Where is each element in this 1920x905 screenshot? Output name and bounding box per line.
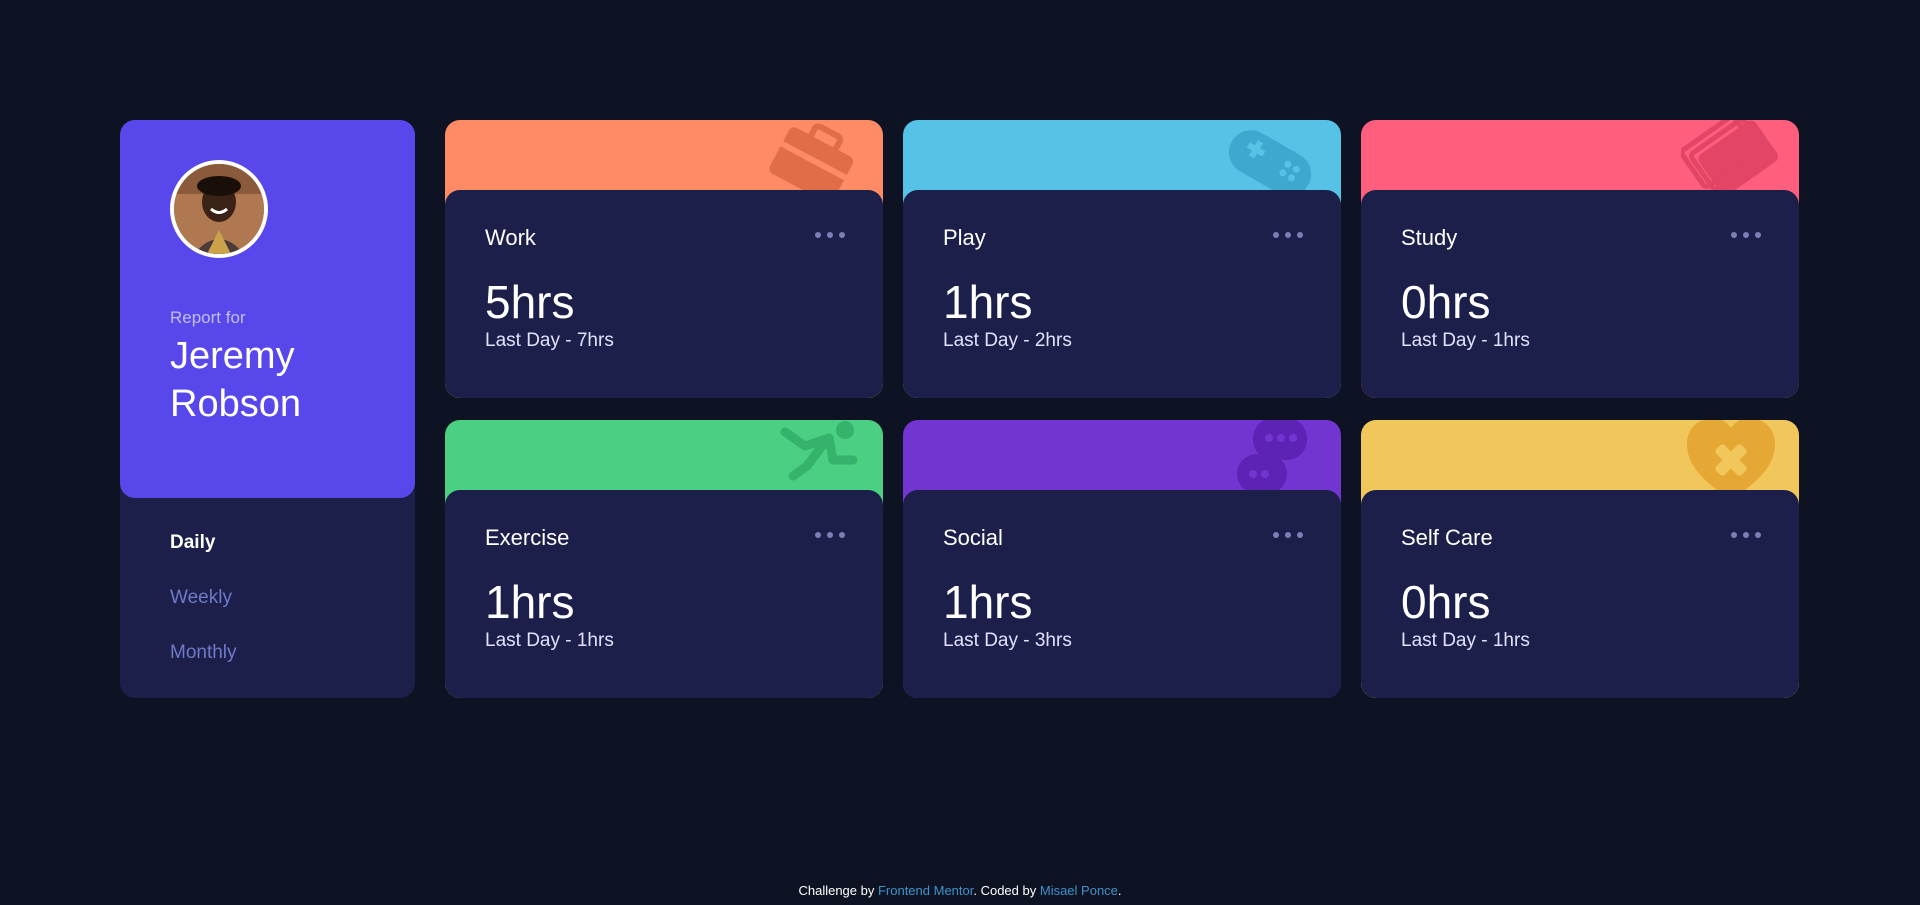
activity-card-social: Social 1hrs Last Day - 3hrs bbox=[903, 420, 1341, 698]
card-title: Self Care bbox=[1401, 525, 1493, 550]
card-current-hours: 5hrs bbox=[485, 276, 575, 328]
period-selector: Daily Weekly Monthly bbox=[170, 528, 237, 693]
card-body: Exercise 1hrs Last Day - 1hrs bbox=[445, 490, 883, 698]
card-previous-hours: Last Day - 3hrs bbox=[943, 630, 1072, 651]
card-previous-hours: Last Day - 2hrs bbox=[943, 330, 1072, 351]
footer-middle: . Coded by bbox=[973, 883, 1040, 898]
footer-suffix: . bbox=[1117, 883, 1122, 898]
frontend-mentor-link[interactable]: Frontend Mentor bbox=[878, 883, 973, 898]
card-title: Study bbox=[1401, 225, 1458, 250]
ellipsis-icon[interactable] bbox=[815, 228, 845, 242]
card-body: Self Care 0hrs Last Day - 1hrs bbox=[1361, 490, 1799, 698]
ellipsis-icon[interactable] bbox=[815, 528, 845, 542]
activity-card-work: Work 5hrs Last Day - 7hrs bbox=[445, 120, 883, 398]
person-name: Jeremy Robson bbox=[170, 335, 301, 425]
report-for-label: Report for bbox=[170, 308, 246, 327]
card-current-hours: 1hrs bbox=[943, 576, 1033, 628]
card-title: Social bbox=[943, 525, 1003, 550]
activity-card-exercise: Exercise 1hrs Last Day - 1hrs bbox=[445, 420, 883, 698]
ellipsis-icon[interactable] bbox=[1273, 528, 1303, 542]
avatar bbox=[170, 160, 268, 258]
card-current-hours: 1hrs bbox=[485, 576, 575, 628]
card-previous-hours: Last Day - 7hrs bbox=[485, 330, 614, 351]
card-title: Play bbox=[943, 225, 986, 250]
attribution-footer: Challenge by Frontend Mentor. Coded by M… bbox=[0, 883, 1920, 898]
activity-card-play: Play 1hrs Last Day - 2hrs bbox=[903, 120, 1341, 398]
activity-card-self-care: Self Care 0hrs Last Day - 1hrs bbox=[1361, 420, 1799, 698]
page: Report for Jeremy Robson Daily Weekly Mo… bbox=[0, 0, 1920, 905]
period-monthly[interactable]: Monthly bbox=[170, 638, 237, 693]
card-previous-hours: Last Day - 1hrs bbox=[1401, 330, 1530, 351]
period-weekly[interactable]: Weekly bbox=[170, 583, 237, 638]
card-title: Work bbox=[485, 225, 536, 250]
card-body: Play 1hrs Last Day - 2hrs bbox=[903, 190, 1341, 398]
card-previous-hours: Last Day - 1hrs bbox=[485, 630, 614, 651]
card-body: Study 0hrs Last Day - 1hrs bbox=[1361, 190, 1799, 398]
card-current-hours: 0hrs bbox=[1401, 576, 1491, 628]
card-title: Exercise bbox=[485, 525, 570, 550]
card-previous-hours: Last Day - 1hrs bbox=[1401, 630, 1530, 651]
profile-card: Report for Jeremy Robson Daily Weekly Mo… bbox=[120, 120, 415, 698]
card-current-hours: 1hrs bbox=[943, 276, 1033, 328]
activity-card-study: Study 0hrs Last Day - 1hrs bbox=[1361, 120, 1799, 398]
card-body: Social 1hrs Last Day - 3hrs bbox=[903, 490, 1341, 698]
period-daily[interactable]: Daily bbox=[170, 528, 237, 583]
ellipsis-icon[interactable] bbox=[1731, 228, 1761, 242]
author-link[interactable]: Misael Ponce bbox=[1040, 883, 1118, 898]
ellipsis-icon[interactable] bbox=[1273, 228, 1303, 242]
profile-header: Report for Jeremy Robson bbox=[120, 120, 415, 498]
ellipsis-icon[interactable] bbox=[1731, 528, 1761, 542]
dashboard: Report for Jeremy Robson Daily Weekly Mo… bbox=[120, 120, 1800, 698]
footer-prefix: Challenge by bbox=[798, 883, 878, 898]
card-body: Work 5hrs Last Day - 7hrs bbox=[445, 190, 883, 398]
card-current-hours: 0hrs bbox=[1401, 276, 1491, 328]
